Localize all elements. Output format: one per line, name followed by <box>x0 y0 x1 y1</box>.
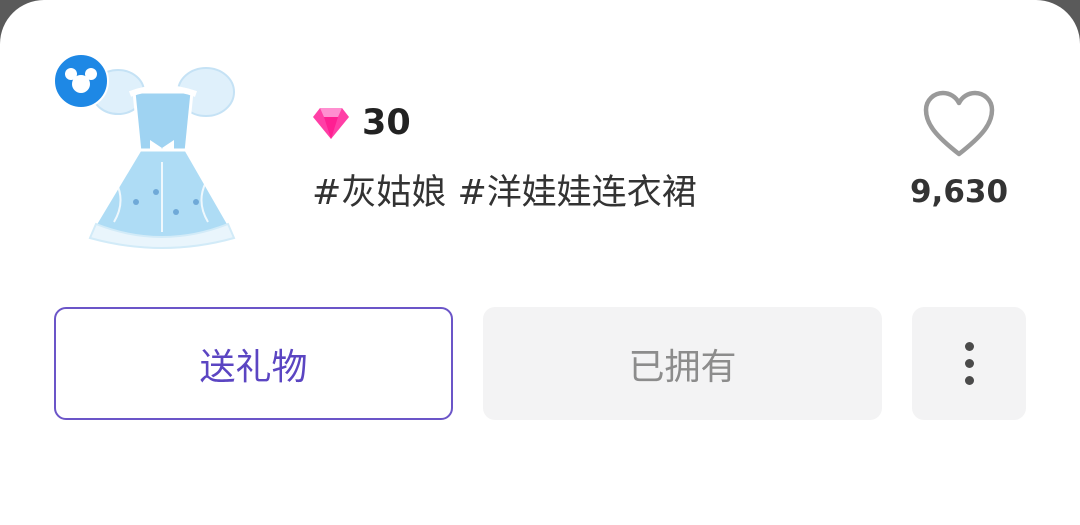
like-count: 9,630 <box>909 174 1009 210</box>
send-gift-button[interactable]: 送礼物 <box>54 307 453 420</box>
more-options-button[interactable] <box>912 307 1026 420</box>
item-tags: #灰姑娘 #洋娃娃连衣裙 <box>312 173 697 213</box>
vertical-ellipsis-icon <box>964 338 974 389</box>
pink-diamond-icon <box>313 108 349 139</box>
owned-button[interactable]: 已拥有 <box>483 307 882 420</box>
item-detail-sheet: 30 #灰姑娘 #洋娃娃连衣裙 9,630 送礼物 已拥有 <box>0 0 1080 525</box>
send-gift-label: 送礼物 <box>199 346 308 388</box>
price-value: 30 <box>362 103 411 143</box>
like-button[interactable]: 9,630 <box>900 90 1018 230</box>
heart-outline-icon[interactable] <box>922 90 996 158</box>
mickey-ears-icon <box>53 53 109 109</box>
owned-label: 已拥有 <box>628 346 737 388</box>
price-row: 30 <box>312 101 411 145</box>
